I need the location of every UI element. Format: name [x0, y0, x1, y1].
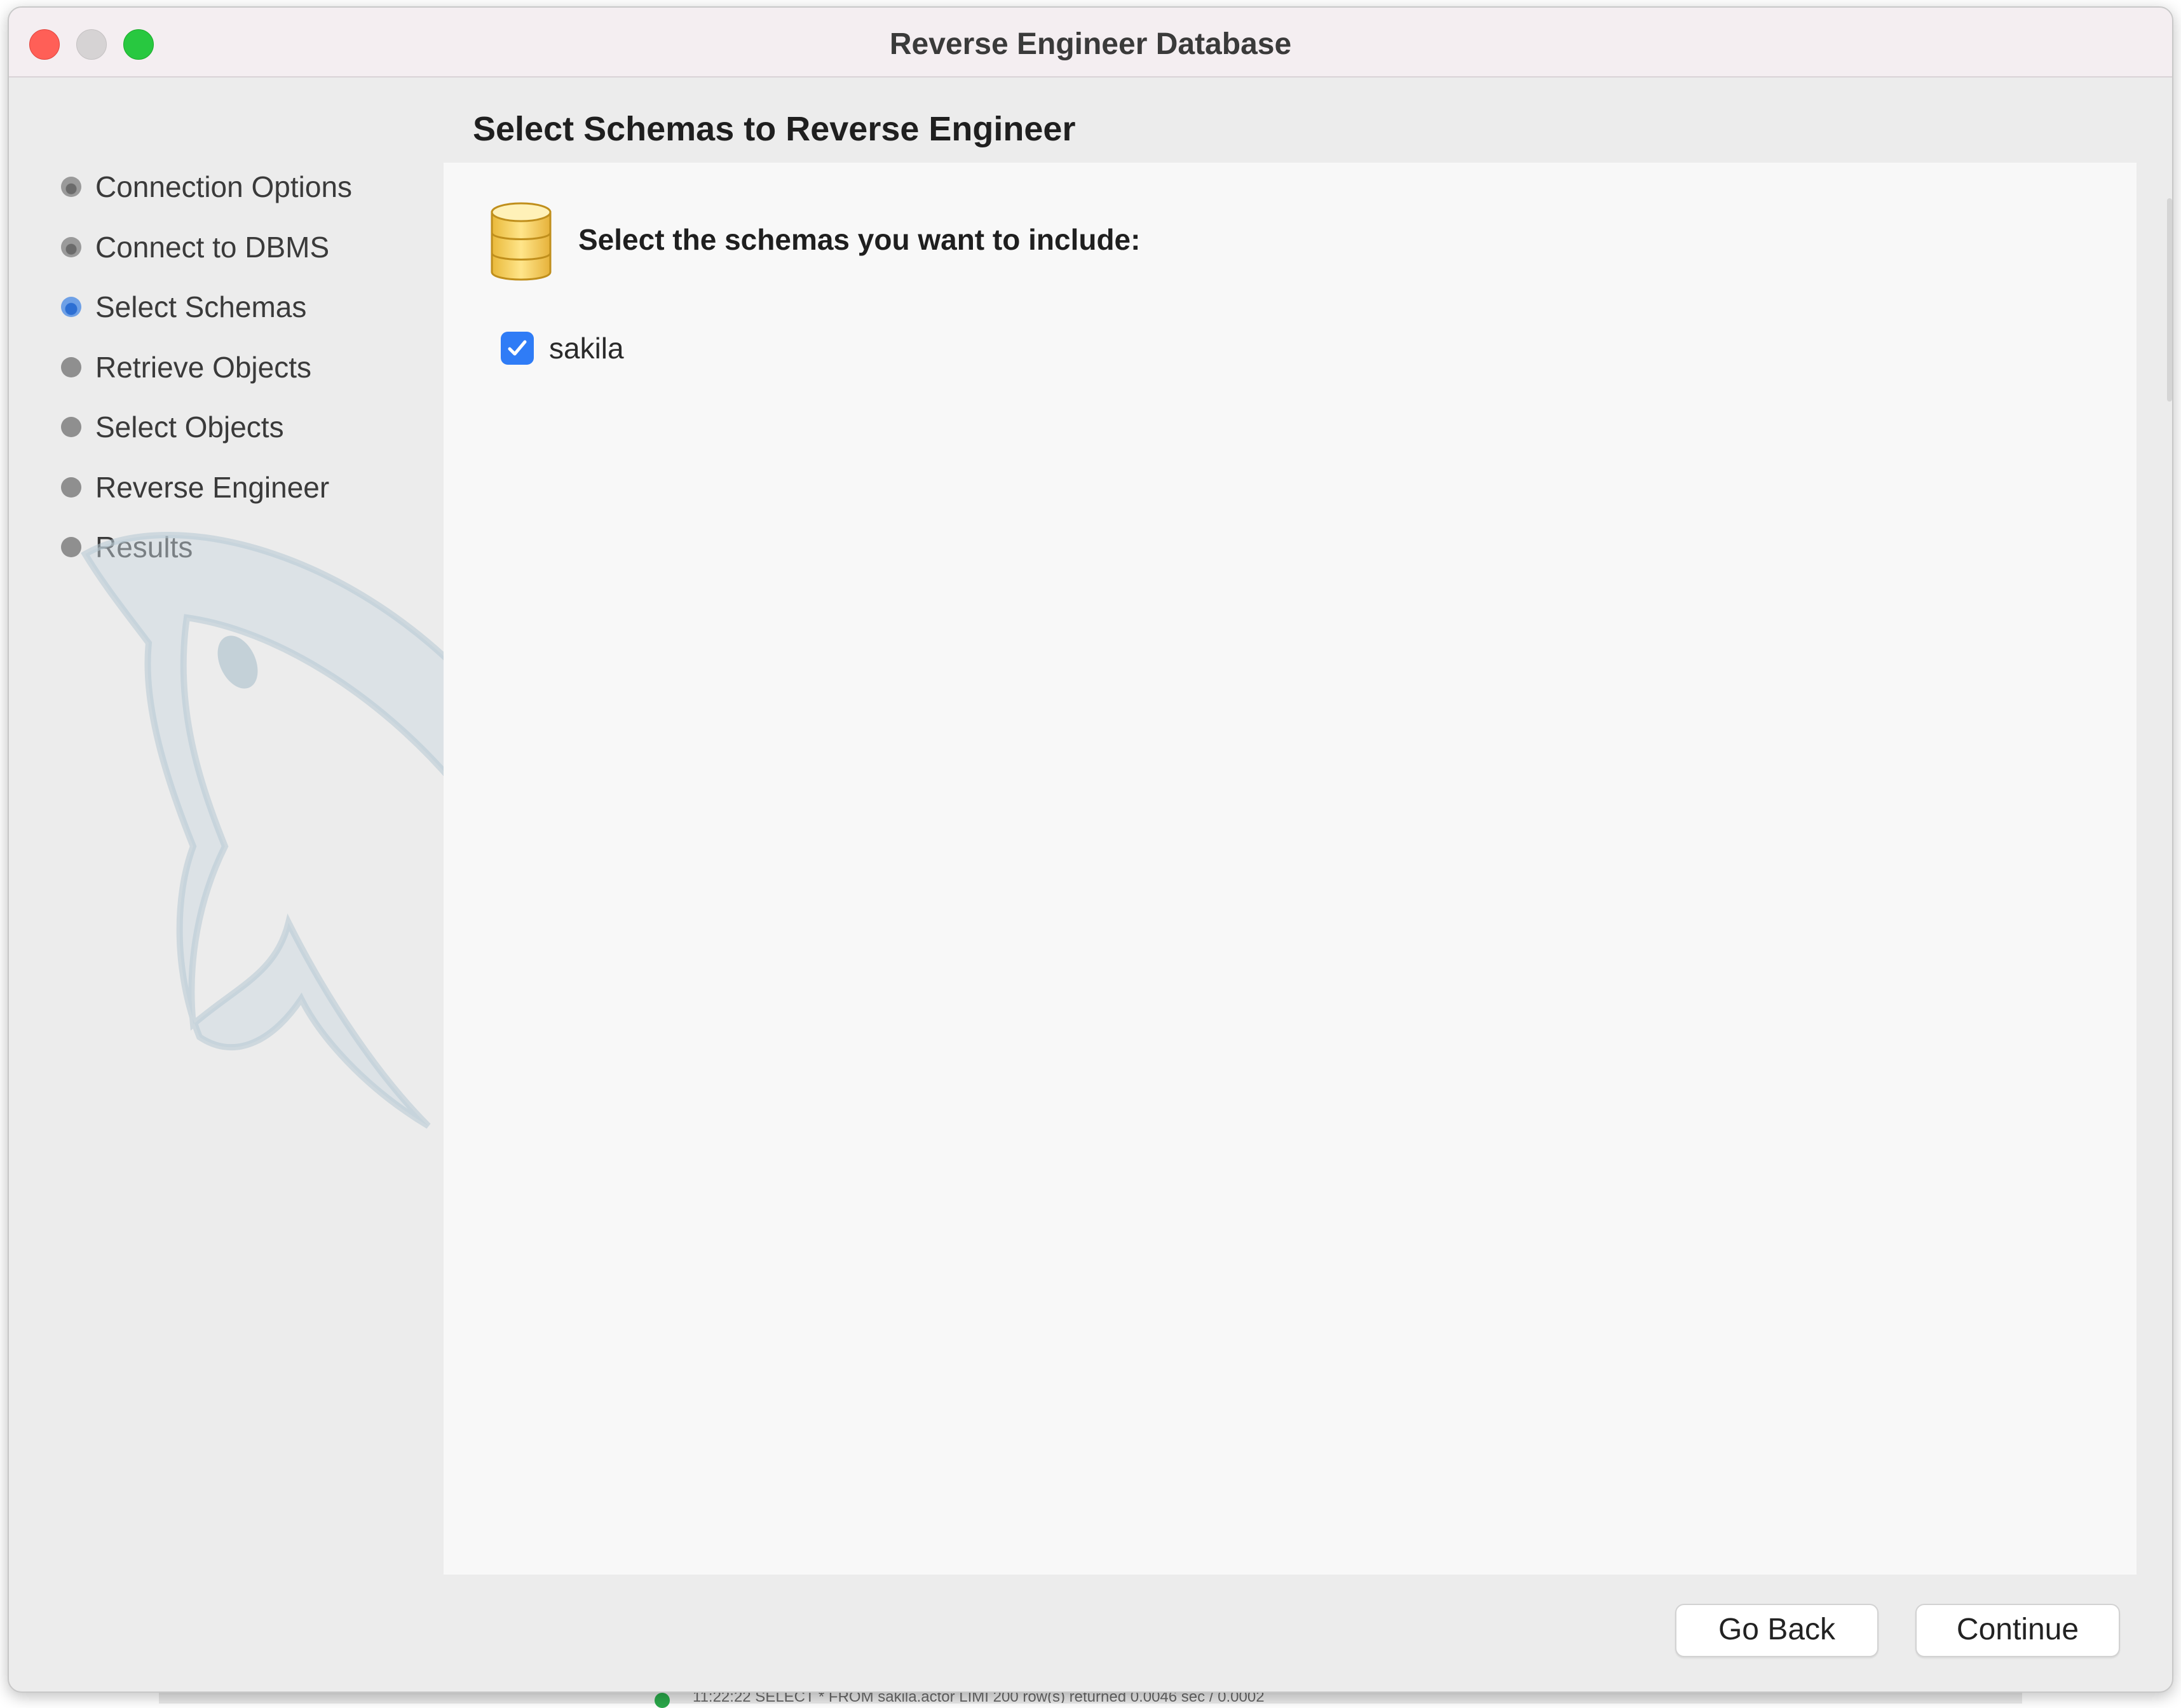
- step-label: Select Objects: [95, 410, 284, 444]
- window-resize-edge: [2167, 198, 2172, 402]
- status-ok-icon: [655, 1693, 670, 1708]
- checkmark-icon: [508, 340, 527, 356]
- step-status-icon: [61, 477, 81, 498]
- schema-checkbox[interactable]: [501, 332, 534, 365]
- page-title: Select Schemas to Reverse Engineer: [473, 110, 1076, 148]
- step-status-icon: [61, 417, 81, 437]
- window-title: Reverse Engineer Database: [889, 27, 1292, 61]
- step-status-icon: [61, 236, 81, 257]
- step-label: Connect to DBMS: [95, 230, 330, 264]
- title-bar: Reverse Engineer Database: [9, 8, 2172, 78]
- step-label: Reverse Engineer: [95, 470, 330, 504]
- step-status-icon: [61, 356, 81, 377]
- continue-button[interactable]: Continue: [1915, 1604, 2120, 1657]
- step-label: Connection Options: [95, 170, 353, 203]
- step-label: Retrieve Objects: [95, 350, 312, 384]
- step-status-icon: [61, 177, 81, 197]
- step-label: Select Schemas: [95, 290, 307, 323]
- database-icon: [491, 202, 552, 281]
- step-current-icon: [61, 297, 81, 317]
- schema-label: sakila: [549, 332, 624, 365]
- content-panel: Select the schemas you want to include: …: [444, 163, 2137, 1575]
- schema-instructions: Select the schemas you want to include:: [578, 223, 1141, 256]
- go-back-button[interactable]: Go Back: [1675, 1604, 1879, 1657]
- wizard-window: Reverse Engineer Database Select Schemas…: [8, 6, 2173, 1693]
